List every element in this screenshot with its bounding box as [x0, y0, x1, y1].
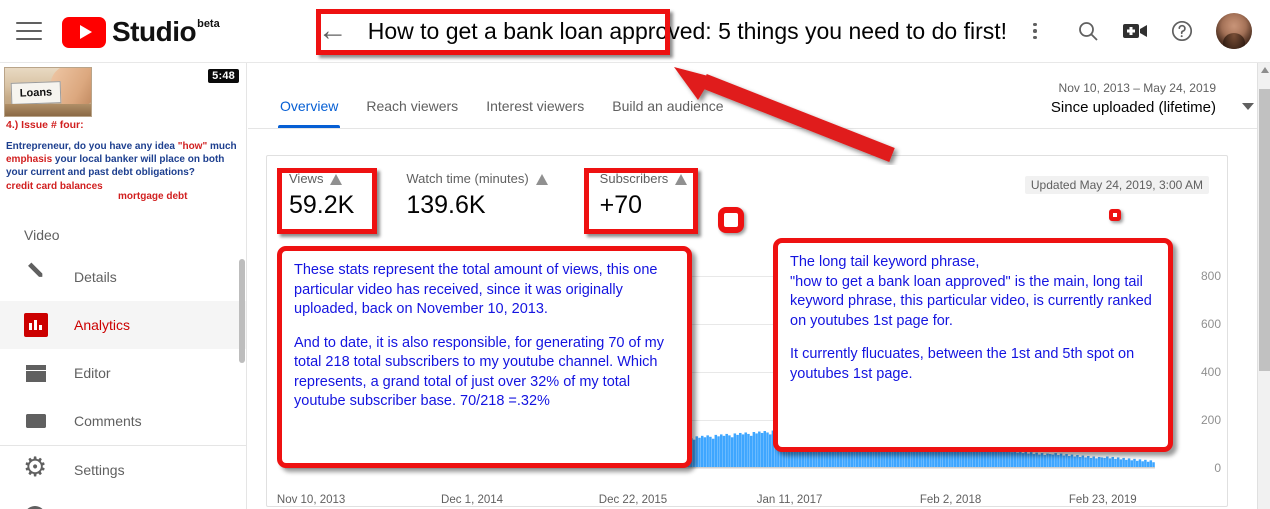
sidebar-section-label: Video — [24, 227, 60, 243]
sidebar-item-settings[interactable]: Settings — [0, 446, 246, 494]
clapperboard-icon — [24, 361, 48, 385]
chart-y-tick-label: 400 — [1200, 365, 1221, 379]
sidebar-scrollbar-thumb[interactable] — [239, 259, 245, 363]
youtube-studio-logo[interactable]: Studio beta — [62, 15, 220, 48]
chart-y-tick-label: 800 — [1200, 269, 1221, 283]
slide-body-highlight-emphasis: emphasis — [6, 154, 53, 165]
hamburger-icon[interactable] — [16, 22, 42, 40]
warning-triangle-icon — [535, 173, 548, 185]
pencil-icon — [24, 265, 48, 289]
chart-x-tick-label: Jan 11, 2017 — [756, 494, 823, 506]
annotation-left-text: These stats represent the total amount o… — [294, 261, 675, 412]
annotation-left-para-2: And to date, it is also responsible, for… — [294, 334, 664, 410]
chevron-down-icon[interactable] — [1242, 103, 1254, 110]
avatar[interactable] — [1216, 13, 1252, 49]
logo-text: Studio — [112, 15, 197, 47]
slide-heading: 4.) Issue # four: — [6, 119, 84, 131]
sidebar-item-label: Comments — [74, 413, 142, 429]
tab-overview[interactable]: Overview — [266, 98, 352, 128]
help-circle-icon[interactable] — [1170, 19, 1194, 43]
sidebar-item-comments[interactable]: Comments — [0, 397, 246, 445]
sidebar-item-label: Settings — [74, 462, 125, 478]
comment-icon — [24, 409, 48, 433]
youtube-studio-analytics-page: Studio beta ← How to get a bank loan app… — [0, 0, 1270, 509]
sidebar-item-whats-new[interactable]: What's new — [0, 494, 246, 509]
slide-body: Entrepreneur, do you have any idea "how"… — [6, 140, 238, 179]
sidebar-item-editor[interactable]: Editor — [0, 349, 246, 397]
date-range-preset: Since uploaded (lifetime) — [1050, 99, 1216, 116]
red-arrow-pointing-to-title — [674, 67, 895, 162]
label-credit-card-balances: credit card balances — [6, 181, 103, 192]
red-dot-marker-large — [718, 207, 744, 233]
date-range-text: Nov 10, 2013 – May 24, 2019 — [1058, 81, 1216, 95]
red-box-around-subscribers-metric — [584, 168, 698, 234]
top-bar-actions — [1076, 13, 1252, 49]
logo-beta-label: beta — [197, 17, 220, 30]
video-duration-badge: 5:48 — [208, 69, 239, 83]
tab-reach-viewers[interactable]: Reach viewers — [352, 98, 472, 128]
annotation-right-text: The long tail keyword phrase, "how to ge… — [790, 253, 1156, 384]
chart-x-tick-label: Dec 22, 2015 — [598, 494, 668, 506]
left-sidebar: Loans 4.) Issue # four: Entrepreneur, do… — [0, 63, 247, 509]
chart-x-tick-label: Feb 23, 2019 — [1068, 494, 1137, 506]
analytics-bars-icon — [24, 313, 48, 337]
metric-watch-time[interactable]: Watch time (minutes) 139.6K — [406, 170, 548, 222]
label-mortgage-debt: mortgage debt — [118, 191, 188, 202]
metric-label-row: Watch time (minutes) — [406, 170, 548, 188]
video-add-icon[interactable] — [1122, 20, 1148, 42]
chart-x-tick-label: Nov 10, 2013 — [276, 494, 346, 506]
sidebar-item-label: Analytics — [74, 317, 131, 333]
slide-body-highlight-how: "how" — [177, 141, 208, 152]
video-thumbnail[interactable]: Loans — [4, 67, 92, 117]
sidebar-item-label: Details — [74, 269, 117, 285]
chart-y-tick-label: 200 — [1200, 413, 1221, 427]
loans-sign-label: Loans — [10, 81, 62, 105]
thumbnail-strip — [5, 104, 91, 116]
slide-body-part1: Entrepreneur, do you have any idea — [6, 141, 178, 152]
youtube-play-icon — [62, 16, 106, 48]
red-dot-marker-small — [1109, 209, 1121, 221]
chart-x-tick-label: Dec 1, 2014 — [441, 494, 504, 506]
scroll-up-arrow-icon[interactable] — [1261, 67, 1269, 73]
chart-gridline — [285, 468, 1155, 469]
video-thumbnail-panel: Loans 4.) Issue # four: Entrepreneur, do… — [0, 63, 246, 213]
chart-y-tick-label: 600 — [1200, 316, 1221, 331]
slide-text-block: 4.) Issue # four: Entrepreneur, do you h… — [6, 119, 244, 179]
chart-y-tick-label: 0 — [1214, 461, 1221, 475]
red-box-around-views-metric — [277, 168, 377, 234]
annotation-left-stats-explainer: These stats represent the total amount o… — [277, 246, 692, 468]
annotation-right-keyword-explainer: The long tail keyword phrase, "how to ge… — [773, 238, 1173, 452]
date-range-selector[interactable]: Nov 10, 2013 – May 24, 2019 Since upload… — [1051, 80, 1216, 118]
gear-icon — [23, 452, 48, 482]
page-scrollbar-thumb[interactable] — [1259, 89, 1270, 371]
annotation-right-para-2: It currently flucuates, between the 1st … — [790, 346, 1135, 382]
updated-timestamp: Updated May 24, 2019, 3:00 AM — [1024, 176, 1209, 194]
metric-label: Watch time (minutes) — [406, 171, 529, 186]
sidebar-item-label: Editor — [74, 365, 111, 381]
slide-body-part2: much — [207, 141, 237, 152]
annotation-right-para-1: The long tail keyword phrase, "how to ge… — [790, 254, 1152, 329]
annotation-left-para-1: These stats represent the total amount o… — [294, 262, 658, 317]
metric-value: 139.6K — [406, 191, 486, 219]
more-options-icon[interactable] — [1029, 19, 1041, 44]
search-icon[interactable] — [1076, 19, 1100, 43]
chart-x-tick-label: Feb 2, 2018 — [919, 494, 982, 506]
sidebar-item-analytics[interactable]: Analytics — [0, 301, 246, 349]
sidebar-item-details[interactable]: Details — [0, 253, 246, 301]
page-scrollbar[interactable] — [1257, 63, 1270, 509]
tab-interest-viewers[interactable]: Interest viewers — [472, 98, 598, 128]
red-box-around-title — [316, 9, 670, 55]
